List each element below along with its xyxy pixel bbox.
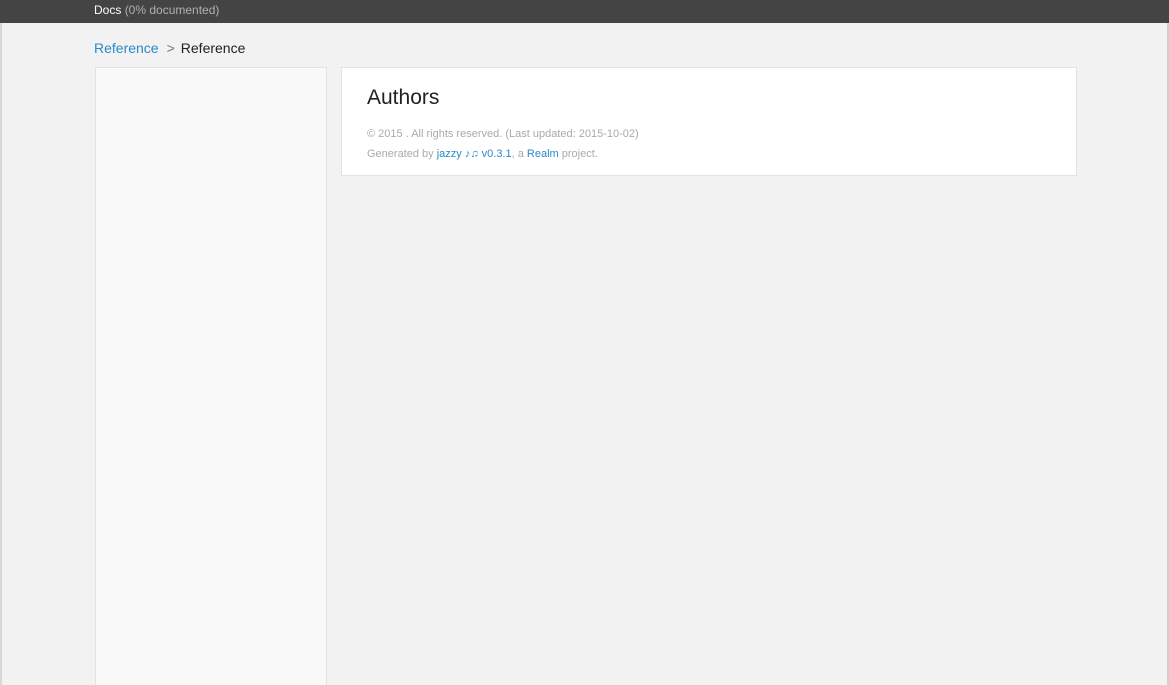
generated-by-line: Generated by jazzy ♪♫ v0.3.1, a Realm pr… bbox=[367, 148, 598, 160]
documentation-coverage: (0% documented) bbox=[124, 3, 220, 17]
docs-page: Docs (0% documented) Reference > Reference… bbox=[0, 0, 1169, 685]
breadcrumb-current-reference: Reference bbox=[180, 40, 246, 56]
generated-by-suffix: project. bbox=[561, 148, 598, 160]
breadcrumb-link-reference[interactable]: Reference bbox=[94, 40, 159, 56]
breadcrumb: Reference > Reference bbox=[94, 40, 245, 57]
main-content: Authors © 2015 . All rights reserved. (L… bbox=[341, 67, 1077, 176]
copyright-text: © 2015 . All rights reserved. (Last upda… bbox=[367, 128, 639, 140]
generated-by-prefix: Generated by bbox=[367, 148, 434, 160]
generated-by-mid: , a bbox=[511, 148, 524, 160]
window-left-edge bbox=[0, 23, 2, 685]
page-title: Authors bbox=[367, 86, 440, 109]
breadcrumb-separator-chevron-icon: > bbox=[166, 40, 175, 56]
header-title-group[interactable]: Docs (0% documented) bbox=[94, 3, 219, 17]
jazzy-link[interactable]: jazzy ♪♫ v0.3.1 bbox=[437, 148, 512, 160]
realm-link[interactable]: Realm bbox=[527, 148, 559, 160]
top-header-bar: Docs (0% documented) bbox=[0, 0, 1169, 23]
header-title[interactable]: Docs bbox=[94, 3, 121, 17]
sidebar-navigation bbox=[95, 67, 327, 685]
